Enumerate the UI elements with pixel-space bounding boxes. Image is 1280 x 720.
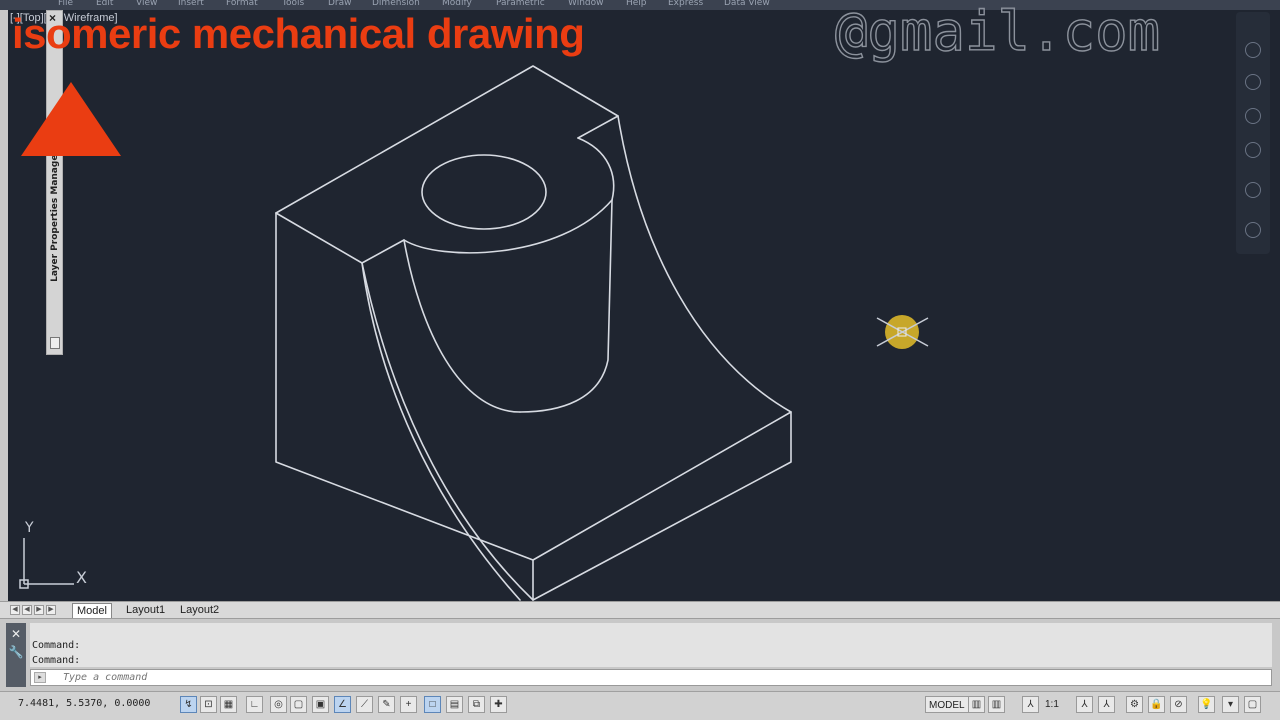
- watermark-text: @gmail.com: [835, 0, 1160, 63]
- navigation-bar[interactable]: [1236, 12, 1270, 254]
- command-prompt-icon[interactable]: ▸: [34, 672, 46, 683]
- auto-scale-icon[interactable]: ⅄: [1098, 696, 1115, 713]
- lineweight-toggle[interactable]: +: [400, 696, 417, 713]
- cylinder-right-edge: [519, 199, 613, 413]
- zoom-icon[interactable]: [1245, 108, 1261, 124]
- tab-layout2[interactable]: Layout2: [176, 603, 223, 618]
- clean-screen-icon[interactable]: ▢: [1244, 696, 1261, 713]
- command-history-line: Command:: [32, 655, 81, 666]
- outline-right-base: [532, 411, 792, 601]
- outline-notch: [577, 137, 615, 201]
- transparency-toggle[interactable]: □: [424, 696, 441, 713]
- ortho-mode-toggle[interactable]: ∟: [246, 696, 263, 713]
- nav-settings-icon[interactable]: [1245, 222, 1261, 238]
- coordinate-readout[interactable]: 7.4481, 5.5370, 0.0000: [18, 698, 150, 709]
- command-input[interactable]: [63, 670, 1263, 685]
- ucs-icon: [19, 538, 74, 589]
- tab-prev-icon[interactable]: ◀: [22, 605, 32, 615]
- command-history: Command: Command:: [30, 623, 1272, 667]
- tab-model[interactable]: Model: [72, 603, 112, 618]
- model-space-toggle[interactable]: MODEL: [925, 696, 969, 713]
- showmotion-icon[interactable]: [1245, 182, 1261, 198]
- status-bar: 7.4481, 5.5370, 0.0000 ↯ ⊡ ▦ ∟ ◎ ▢ ▣ ∠ ⟋…: [0, 691, 1280, 720]
- grid-display-toggle[interactable]: ▦: [220, 696, 237, 713]
- command-customize-icon[interactable]: 🔧: [6, 645, 26, 659]
- palette-settings-icon[interactable]: [50, 337, 60, 349]
- isolate-objects-icon[interactable]: 💡: [1198, 696, 1215, 713]
- polar-tracking-toggle[interactable]: ◎: [270, 696, 287, 713]
- command-history-line: Command:: [32, 640, 81, 651]
- bore-top-ellipse: [421, 154, 547, 230]
- cylinder-left-edge: [403, 239, 521, 413]
- annotation-visibility-icon[interactable]: ⅄: [1076, 696, 1093, 713]
- quick-view-layouts-icon[interactable]: ▥: [968, 696, 985, 713]
- workspace-switching-icon[interactable]: ⚙: [1126, 696, 1143, 713]
- pan-icon[interactable]: [1245, 74, 1261, 90]
- command-window-handle[interactable]: ✕ 🔧: [6, 623, 26, 687]
- dynamic-input-toggle[interactable]: ✎: [378, 696, 395, 713]
- ucs-x-label: X: [76, 568, 87, 587]
- tab-last-icon[interactable]: ▶: [46, 605, 56, 615]
- warning-triangle-icon: [21, 82, 121, 156]
- annotation-scale-icon[interactable]: ⅄: [1022, 696, 1039, 713]
- command-window: ✕ 🔧 Command: Command: ▸: [0, 619, 1280, 691]
- lock-ui-icon[interactable]: 🔒: [1148, 696, 1165, 713]
- curve-front-sweep: [361, 262, 521, 601]
- tab-first-icon[interactable]: ◀: [10, 605, 20, 615]
- palette-title: Layer Properties Manager: [50, 150, 60, 282]
- cursor-highlight: [876, 315, 929, 349]
- quick-properties-toggle[interactable]: ▤: [446, 696, 463, 713]
- quick-view-drawings-icon[interactable]: ▥: [988, 696, 1005, 713]
- outline-left-top: [275, 212, 405, 264]
- command-line[interactable]: ▸: [30, 669, 1272, 686]
- ucs-y-label: Y: [24, 520, 34, 536]
- snap-mode-toggle[interactable]: ⊡: [200, 696, 217, 713]
- tab-next-icon[interactable]: ▶: [34, 605, 44, 615]
- hardware-acceleration-icon[interactable]: ⊘: [1170, 696, 1187, 713]
- outline-top-back: [275, 65, 619, 214]
- selection-cycling-toggle[interactable]: ⧉: [468, 696, 485, 713]
- orbit-icon[interactable]: [1245, 142, 1261, 158]
- command-close-icon[interactable]: ✕: [6, 627, 26, 641]
- tab-layout1[interactable]: Layout1: [122, 603, 169, 618]
- infer-constraints-toggle[interactable]: ↯: [180, 696, 197, 713]
- steering-wheel-icon[interactable]: [1245, 42, 1261, 58]
- 3d-osnap-toggle[interactable]: ▣: [312, 696, 329, 713]
- layout-tab-bar: ◀ ◀ ▶ ▶ Model Layout1 Layout2: [0, 601, 1280, 619]
- layer-properties-palette[interactable]: × Layer Properties Manager: [46, 10, 63, 355]
- object-snap-tracking-toggle[interactable]: ∠: [334, 696, 351, 713]
- dynamic-ucs-toggle[interactable]: ⟋: [356, 696, 373, 713]
- annotation-scale-value[interactable]: 1:1: [1042, 696, 1062, 713]
- status-menu-icon[interactable]: ▾: [1222, 696, 1239, 713]
- object-snap-toggle[interactable]: ▢: [290, 696, 307, 713]
- curve-right-sweep: [617, 115, 792, 413]
- annotation-monitor-toggle[interactable]: ✚: [490, 696, 507, 713]
- video-headline: isomeric mechanical drawing: [12, 10, 585, 57]
